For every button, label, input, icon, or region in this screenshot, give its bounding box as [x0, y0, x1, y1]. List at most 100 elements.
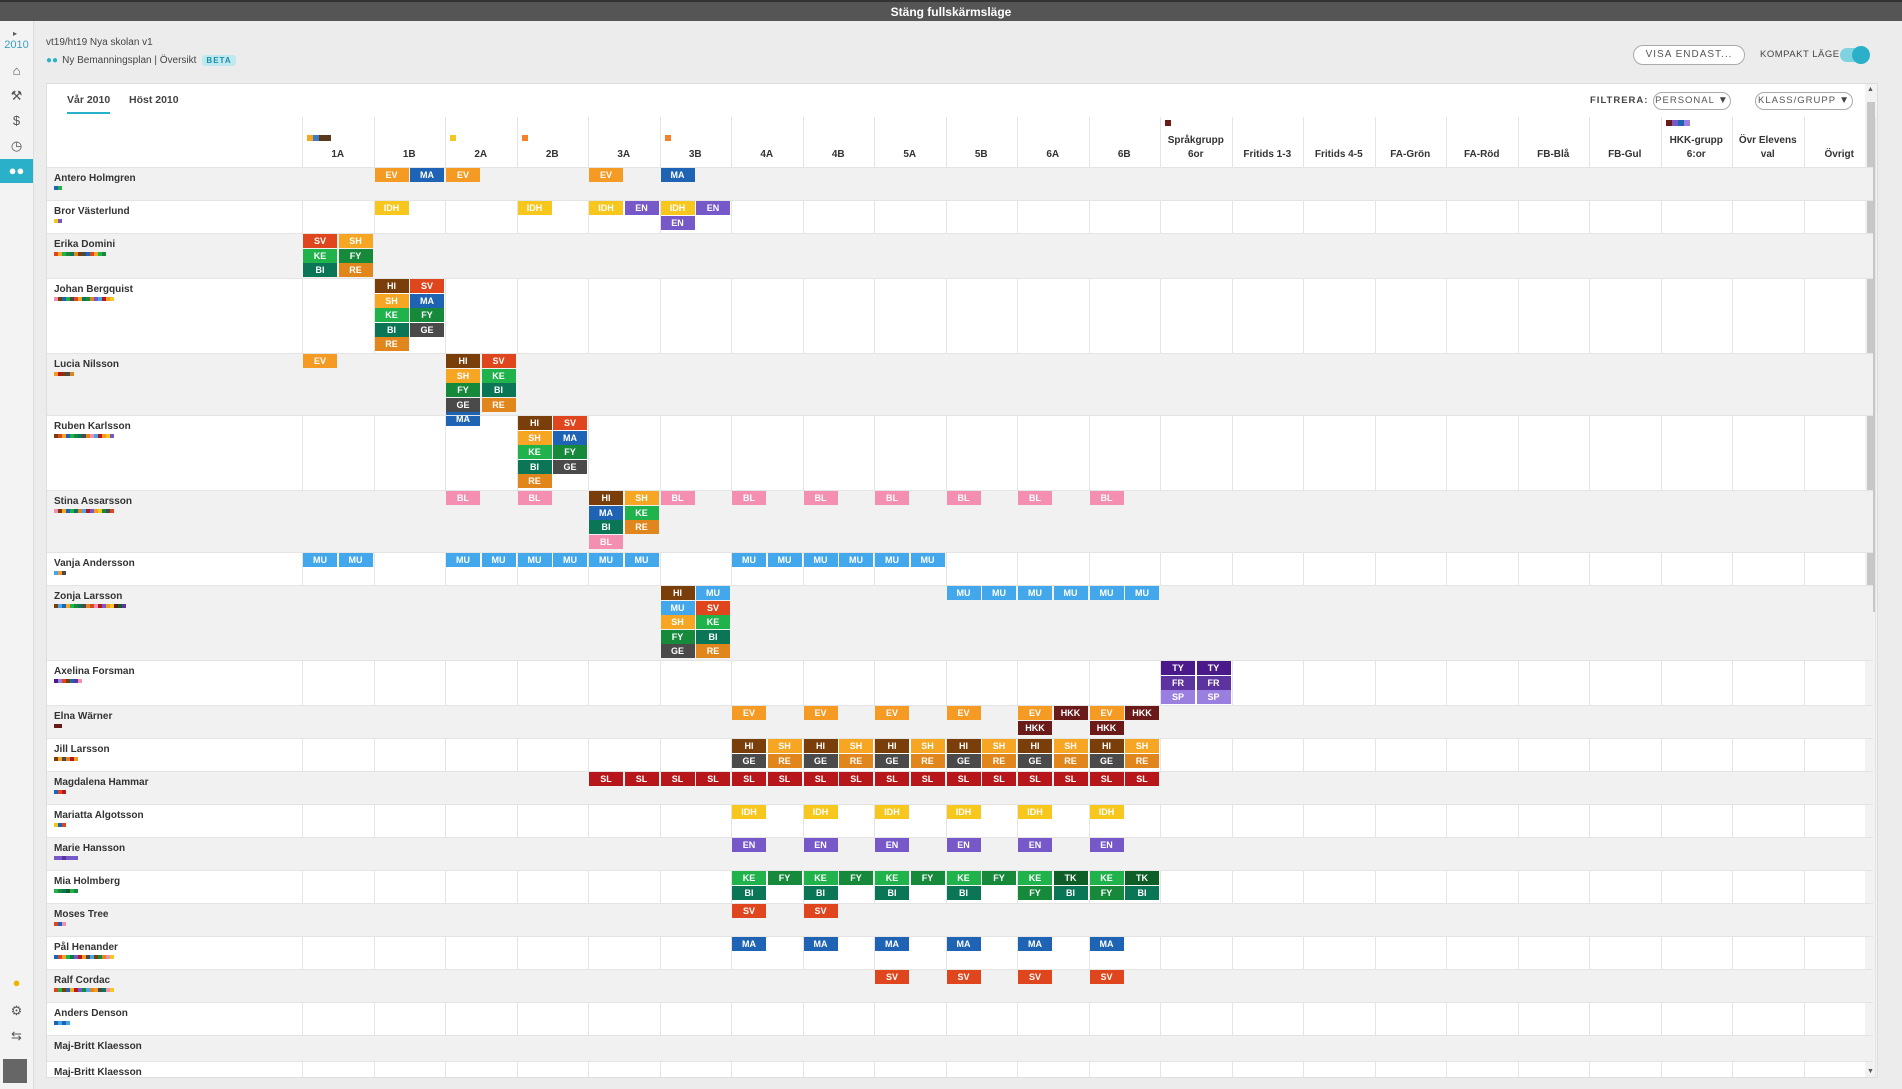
subject-chip[interactable]: RE: [374, 337, 409, 351]
subject-chip[interactable]: SL: [589, 772, 623, 786]
subject-chip[interactable]: BL: [1089, 491, 1124, 505]
subject-chip[interactable]: RE: [839, 753, 873, 768]
column-header[interactable]: 2A: [445, 117, 517, 167]
column-header[interactable]: 6A: [1017, 117, 1089, 167]
subject-chip[interactable]: SH: [910, 739, 945, 753]
subject-chip[interactable]: BI: [946, 885, 981, 900]
subject-chip[interactable]: BL: [1018, 491, 1052, 505]
subject-chip[interactable]: SL: [946, 772, 981, 786]
subject-chip[interactable]: FY: [410, 308, 444, 322]
column-header[interactable]: 6B: [1089, 117, 1161, 167]
subject-chip[interactable]: SV: [803, 904, 838, 918]
clock-icon[interactable]: ◷: [0, 134, 33, 158]
staff-name[interactable]: Ruben Karlsson: [54, 421, 131, 432]
subject-chip[interactable]: HKK: [1125, 706, 1159, 720]
staff-name[interactable]: Marie Hansson: [54, 843, 125, 854]
subject-chip[interactable]: BI: [803, 885, 838, 900]
subject-chip[interactable]: MU: [660, 600, 695, 615]
subject-chip[interactable]: KE: [1018, 871, 1052, 885]
subject-chip[interactable]: MU: [1053, 586, 1088, 600]
staff-name[interactable]: Mariatta Algotsson: [54, 810, 144, 821]
column-header[interactable]: 4A: [731, 117, 803, 167]
subject-chip[interactable]: KE: [732, 871, 766, 885]
subject-chip[interactable]: FY: [1018, 885, 1052, 900]
visa-endast-button[interactable]: VISA ENDAST...: [1633, 45, 1745, 65]
subject-chip[interactable]: RE: [910, 753, 945, 768]
subject-chip[interactable]: SH: [374, 293, 409, 308]
staff-name[interactable]: Lucia Nilsson: [54, 359, 119, 370]
subject-chip[interactable]: GE: [1018, 753, 1052, 768]
subject-chip[interactable]: BI: [481, 383, 516, 397]
column-header[interactable]: 1A: [302, 117, 374, 167]
subject-chip[interactable]: TY: [1196, 661, 1231, 675]
subject-chip[interactable]: BI: [696, 629, 730, 644]
scroll-up-icon[interactable]: ▲: [1867, 86, 1874, 93]
subject-chip[interactable]: GE: [732, 753, 766, 768]
subject-chip[interactable]: BI: [303, 263, 337, 277]
subject-chip[interactable]: FY: [910, 871, 945, 885]
subject-chip[interactable]: BL: [517, 491, 552, 505]
subject-chip[interactable]: IDH: [660, 201, 695, 215]
subject-chip[interactable]: SV: [481, 354, 516, 368]
dollar-icon[interactable]: $: [0, 109, 33, 133]
subject-chip[interactable]: RE: [624, 520, 659, 534]
staff-name[interactable]: Elna Wärner: [54, 711, 112, 722]
column-header[interactable]: 2B: [517, 117, 589, 167]
staff-name[interactable]: Maj-Britt Klaesson: [54, 1041, 142, 1052]
subject-chip[interactable]: SH: [1053, 739, 1088, 753]
breadcrumb-view-label[interactable]: Ny Bemanningsplan | Översikt: [62, 55, 196, 66]
subject-chip[interactable]: FY: [660, 629, 695, 644]
subject-chip[interactable]: MU: [589, 553, 623, 567]
subject-chip[interactable]: SV: [410, 279, 444, 293]
column-header[interactable]: Övr Elevens val: [1732, 117, 1804, 167]
subject-chip[interactable]: EV: [732, 706, 766, 720]
subject-chip[interactable]: EV: [803, 706, 838, 720]
staff-name[interactable]: Axelina Forsman: [54, 666, 135, 677]
subject-chip[interactable]: IDH: [875, 805, 909, 819]
subject-chip[interactable]: MU: [803, 553, 838, 567]
subject-chip[interactable]: EV: [589, 168, 623, 182]
subject-chip[interactable]: HI: [589, 491, 623, 505]
subject-chip[interactable]: HKK: [1053, 706, 1088, 720]
subject-chip[interactable]: BL: [946, 491, 981, 505]
subject-chip[interactable]: IDH: [589, 201, 623, 215]
subject-chip[interactable]: EN: [875, 838, 909, 852]
subject-chip[interactable]: SP: [1161, 690, 1195, 704]
subject-chip[interactable]: EV: [374, 168, 409, 182]
subject-chip[interactable]: GE: [875, 753, 909, 768]
subject-chip[interactable]: MA: [732, 937, 766, 951]
column-header[interactable]: Övrigt: [1804, 117, 1876, 167]
staff-name[interactable]: Magdalena Hammar: [54, 777, 148, 788]
kompakt-toggle[interactable]: [1840, 46, 1870, 64]
home-icon[interactable]: ⌂: [0, 59, 33, 83]
subject-chip[interactable]: SH: [517, 430, 552, 445]
people-icon[interactable]: ●●: [0, 159, 33, 183]
subject-chip[interactable]: IDH: [803, 805, 838, 819]
subject-chip[interactable]: HI: [946, 739, 981, 753]
subject-chip[interactable]: IDH: [1089, 805, 1124, 819]
staff-row[interactable]: [47, 903, 1873, 937]
subject-chip[interactable]: FY: [767, 871, 802, 885]
subject-chip[interactable]: HI: [374, 279, 409, 293]
subject-chip[interactable]: GE: [446, 397, 480, 412]
bulb-icon[interactable]: ●: [0, 971, 33, 995]
subject-chip[interactable]: HI: [660, 586, 695, 600]
subject-chip[interactable]: RE: [696, 644, 730, 658]
staff-name[interactable]: Erika Domini: [54, 239, 115, 250]
subject-chip[interactable]: KE: [946, 871, 981, 885]
subject-chip[interactable]: EV: [1089, 706, 1124, 720]
filter-klass-button[interactable]: KLASS/GRUPP ▼: [1755, 92, 1853, 110]
subject-chip[interactable]: SH: [982, 739, 1016, 753]
subject-chip[interactable]: SL: [1125, 772, 1159, 786]
subject-chip[interactable]: IDH: [1018, 805, 1052, 819]
subject-chip[interactable]: TY: [1161, 661, 1195, 675]
subject-chip[interactable]: BI: [1053, 885, 1088, 900]
subject-chip[interactable]: MA: [875, 937, 909, 951]
subject-chip[interactable]: GE: [553, 459, 587, 474]
subject-chip[interactable]: HI: [446, 354, 480, 368]
subject-chip[interactable]: BL: [732, 491, 766, 505]
swap-icon[interactable]: ⇆: [0, 1024, 33, 1048]
subject-chip[interactable]: MU: [1018, 586, 1052, 600]
staff-row[interactable]: [47, 415, 1873, 491]
subject-chip[interactable]: BI: [875, 885, 909, 900]
